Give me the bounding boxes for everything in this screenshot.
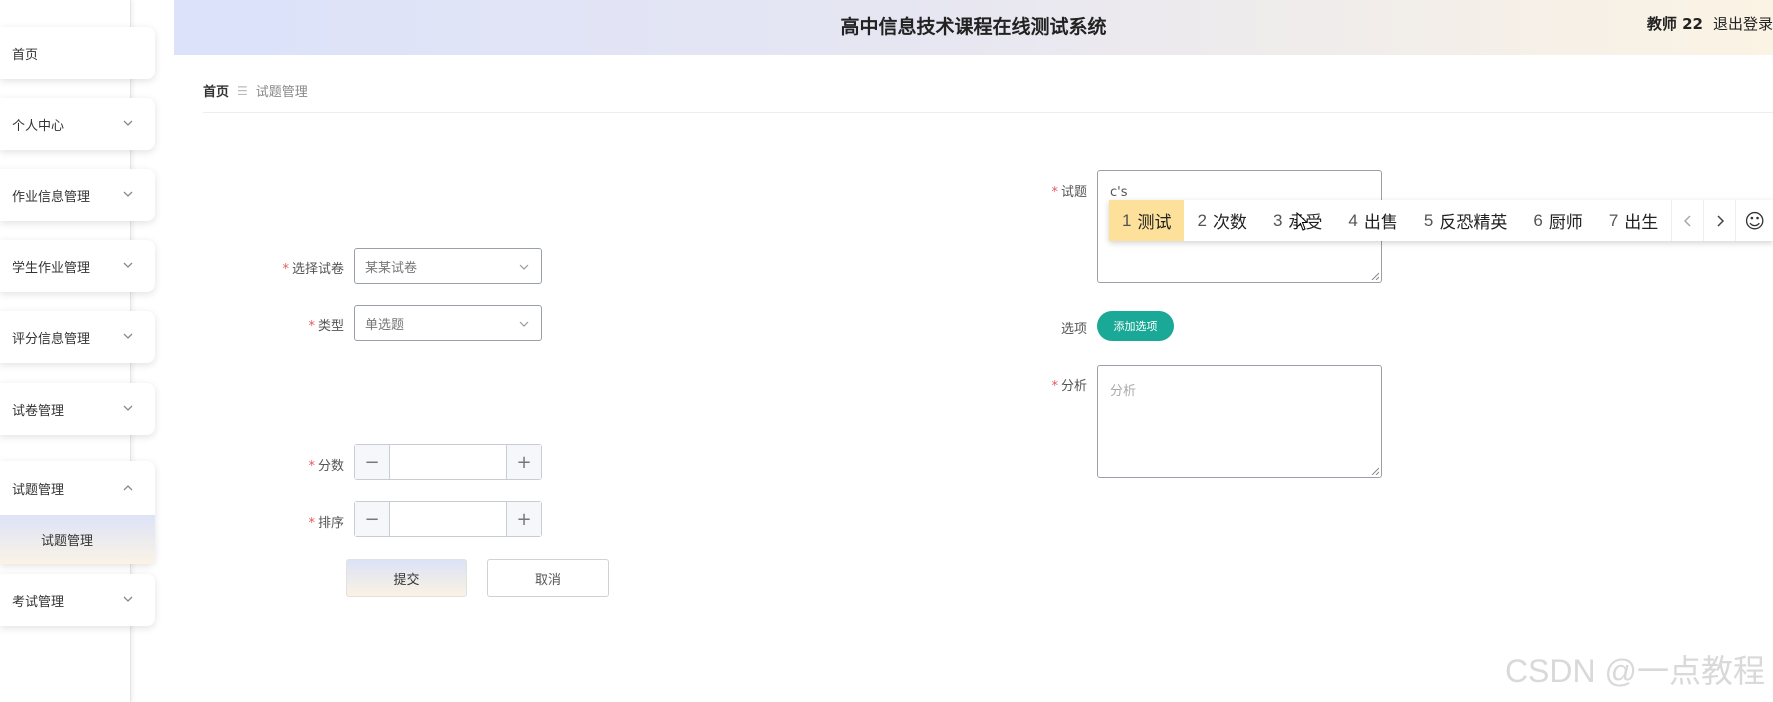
- plus-icon[interactable]: +: [506, 502, 541, 536]
- sidebar-subitem-question[interactable]: 试题管理: [0, 515, 155, 564]
- sidebar-item-label: 评分信息管理: [12, 331, 91, 347]
- type-label: * 类型: [308, 319, 344, 334]
- ime-candidate[interactable]: 6 厨师: [1520, 200, 1595, 241]
- chevron-down-icon: [123, 120, 133, 126]
- sidebar-item-question[interactable]: 试题管理: [0, 461, 155, 515]
- sidebar-item-label: 试题管理: [12, 482, 65, 498]
- sidebar-item-label: 作业信息管理: [12, 189, 91, 205]
- ime-candidate[interactable]: 1 测试: [1109, 200, 1185, 241]
- logout-link[interactable]: 退出登录: [1713, 15, 1773, 33]
- type-select-value: 单选题: [365, 317, 405, 333]
- top-header: 高中信息技术课程在线测试系统 教师 22 退出登录: [174, 0, 1773, 55]
- chevron-down-icon: [123, 262, 133, 268]
- score-stepper: − +: [354, 444, 542, 480]
- question-label: * 试题: [1051, 185, 1087, 200]
- paper-label: * 选择试卷: [282, 262, 344, 277]
- sidebar-item-exam[interactable]: 考试管理: [0, 574, 155, 626]
- options-label: 选项: [1060, 322, 1087, 337]
- chevron-down-icon: [519, 321, 529, 327]
- breadcrumb-separator-icon: ☰: [237, 83, 248, 98]
- order-label: * 排序: [308, 516, 344, 531]
- ime-candidate[interactable]: 7 出生: [1596, 200, 1671, 241]
- emoji-icon[interactable]: ☺: [1735, 200, 1773, 241]
- breadcrumb-home[interactable]: 首页: [203, 81, 229, 100]
- plus-icon[interactable]: +: [506, 445, 541, 479]
- sidebar-item-homework-info[interactable]: 作业信息管理: [0, 169, 155, 221]
- minus-icon[interactable]: −: [355, 502, 390, 536]
- analysis-label: * 分析: [1051, 379, 1087, 394]
- sidebar-item-score-info[interactable]: 评分信息管理: [0, 311, 155, 363]
- chevron-up-icon: [123, 485, 133, 491]
- ime-candidate[interactable]: 4 出售: [1335, 200, 1410, 241]
- watermark: CSDN @一点教程: [1504, 653, 1765, 689]
- minus-icon[interactable]: −: [355, 445, 390, 479]
- sidebar-item-student-homework[interactable]: 学生作业管理: [0, 240, 155, 292]
- sidebar-item-home[interactable]: 首页: [0, 27, 155, 79]
- sidebar-item-label: 试卷管理: [12, 403, 65, 419]
- order-input[interactable]: [390, 502, 506, 536]
- add-option-button[interactable]: 添加选项: [1097, 311, 1174, 341]
- chevron-down-icon: [123, 191, 133, 197]
- sidebar-subitem-label: 试题管理: [41, 534, 94, 549]
- app-title: 高中信息技术课程在线测试系统: [840, 17, 1107, 38]
- sidebar-item-paper[interactable]: 试卷管理: [0, 383, 155, 435]
- chevron-down-icon: [519, 264, 529, 270]
- chevron-left-icon[interactable]: [1671, 200, 1703, 241]
- paper-select-value: 某某试卷: [365, 260, 418, 276]
- sidebar-item-label: 个人中心: [12, 118, 65, 134]
- mouse-cursor-icon: [1296, 212, 1309, 231]
- breadcrumb-current: 试题管理: [255, 85, 308, 100]
- resize-grip-icon[interactable]: [1371, 467, 1379, 475]
- divider: [203, 112, 1773, 113]
- order-stepper: − +: [354, 501, 542, 537]
- type-select[interactable]: 单选题: [354, 305, 542, 341]
- breadcrumb: 首页 ☰ 试题管理: [203, 81, 308, 101]
- score-input[interactable]: [390, 445, 506, 479]
- chevron-down-icon: [123, 596, 133, 602]
- user-name: 教师 22: [1646, 15, 1703, 33]
- resize-grip-icon[interactable]: [1371, 272, 1379, 280]
- ime-candidate-bar: 1测试 2次数 3承受 4出售 5反恐精英 6厨师 7出生 ☺: [1109, 200, 1773, 241]
- sidebar-item-label: 考试管理: [12, 594, 65, 610]
- analysis-placeholder: 分析: [1110, 384, 1137, 399]
- sidebar-item-label: 学生作业管理: [12, 260, 91, 276]
- user-area: 教师 22 退出登录: [1647, 13, 1773, 34]
- sidebar-item-personal-center[interactable]: 个人中心: [0, 98, 155, 150]
- chevron-down-icon: [123, 405, 133, 411]
- ime-candidate[interactable]: 5 反恐精英: [1411, 200, 1520, 241]
- chevron-right-icon[interactable]: [1703, 200, 1735, 241]
- cancel-button[interactable]: 取消: [487, 559, 609, 597]
- ime-candidate[interactable]: 2 次数: [1184, 200, 1259, 241]
- submit-button[interactable]: 提交: [346, 559, 467, 597]
- analysis-textarea[interactable]: 分析: [1097, 365, 1382, 478]
- chevron-down-icon: [123, 333, 133, 339]
- paper-select[interactable]: 某某试卷: [354, 248, 542, 284]
- question-text: c's: [1110, 185, 1128, 200]
- score-label: * 分数: [308, 459, 344, 474]
- sidebar-item-label: 首页: [12, 47, 39, 63]
